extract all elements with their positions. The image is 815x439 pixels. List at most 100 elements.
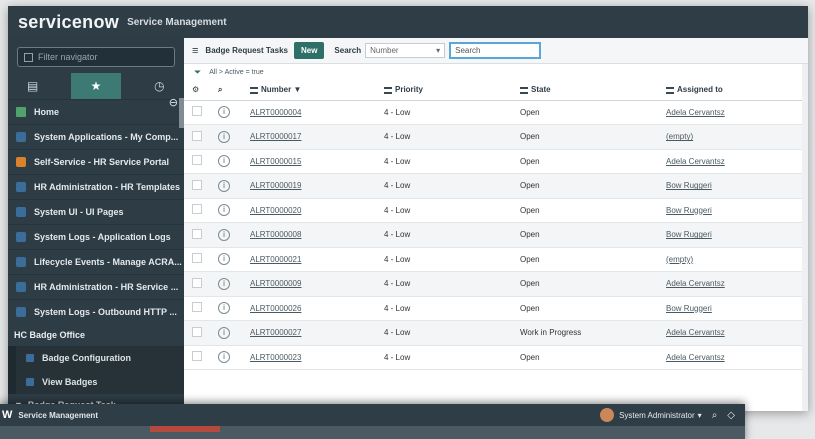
nav-favorite-item[interactable]: HR Administration - HR Templates xyxy=(8,174,184,199)
assigned-to-link[interactable]: Adela Cervantsz xyxy=(666,279,725,288)
front-product-name: Service Management xyxy=(18,410,98,420)
table-row[interactable]: i ALRT0000023 4 - Low Open Adela Cervantsz xyxy=(184,345,808,370)
info-icon[interactable]: i xyxy=(218,302,230,315)
avatar[interactable] xyxy=(600,408,615,422)
nav-favorite-item[interactable]: HR Administration - HR Service ... xyxy=(8,274,184,299)
nav-item-view-badges[interactable]: View Badges xyxy=(8,370,184,394)
record-number-link[interactable]: ALRT0000026 xyxy=(250,304,301,313)
record-number-link[interactable]: ALRT0000020 xyxy=(250,206,301,215)
row-checkbox[interactable] xyxy=(192,179,202,190)
row-checkbox[interactable] xyxy=(192,228,202,239)
assigned-to-link[interactable]: Bow Ruggeri xyxy=(666,181,712,190)
assigned-to-link[interactable]: Adela Cervantsz xyxy=(666,157,725,166)
nav-favorite-item[interactable]: System UI - UI Pages xyxy=(8,199,184,224)
new-button[interactable]: New xyxy=(293,42,325,59)
list-context-menu-icon[interactable]: ≡ xyxy=(192,45,198,57)
info-icon[interactable]: i xyxy=(218,253,230,266)
top-header: servicenow Service Management xyxy=(8,6,808,38)
table-row[interactable]: i ALRT0000009 4 - Low Open Adela Cervantsz xyxy=(184,271,808,297)
nav-favorite-item[interactable]: System Logs - Outbound HTTP ... xyxy=(8,299,184,324)
row-checkbox[interactable] xyxy=(192,326,202,337)
info-icon[interactable]: i xyxy=(218,228,230,241)
row-checkbox[interactable] xyxy=(192,130,202,141)
record-number-link[interactable]: ALRT0000015 xyxy=(250,157,301,166)
tab-favorites[interactable]: ★ xyxy=(71,73,121,99)
column-header-assigned-to[interactable]: Assigned to xyxy=(660,80,808,101)
table-row[interactable]: i ALRT0000008 4 - Low Open Bow Ruggeri xyxy=(184,222,808,248)
list-scrollbar[interactable] xyxy=(802,64,808,411)
assigned-to-link[interactable]: Adela Cervantsz xyxy=(666,108,725,117)
row-preview-cell: i xyxy=(212,173,242,199)
row-checkbox[interactable] xyxy=(192,253,202,264)
info-icon[interactable]: i xyxy=(218,179,230,192)
nav-section-badge-office[interactable]: HC Badge Office xyxy=(8,324,184,346)
global-search-icon[interactable]: ⌕ xyxy=(712,410,718,421)
table-row[interactable]: i ALRT0000017 4 - Low Open (empty) xyxy=(184,124,808,150)
nav-favorite-item[interactable]: System Applications - My Comp... xyxy=(8,124,184,149)
assigned-to-link[interactable]: Adela Cervantsz xyxy=(666,353,725,362)
nav-item-badge-configuration[interactable]: Badge Configuration xyxy=(8,346,184,370)
record-number-link[interactable]: ALRT0000023 xyxy=(250,353,301,362)
info-icon[interactable]: i xyxy=(218,351,230,364)
table-row[interactable]: i ALRT0000015 4 - Low Open Adela Cervantsz xyxy=(184,149,808,174)
info-icon[interactable]: i xyxy=(218,204,230,217)
list-settings-gear-icon[interactable]: ⚙ xyxy=(184,80,212,101)
row-checkbox[interactable] xyxy=(192,302,202,313)
filter-navigator-input[interactable]: Filter navigator xyxy=(17,47,175,67)
table-row[interactable]: i ALRT0000027 4 - Low Work in Progress Adela… xyxy=(184,320,808,346)
record-number-link[interactable]: ALRT0000008 xyxy=(250,230,301,239)
info-icon[interactable]: i xyxy=(218,106,230,119)
row-checkbox[interactable] xyxy=(192,351,202,362)
user-name[interactable]: System Administrator xyxy=(619,411,695,420)
nav-favorite-item[interactable]: Self-Service - HR Service Portal xyxy=(8,149,184,174)
search-input[interactable]: Search xyxy=(449,42,542,59)
collapse-icon[interactable]: ⊖ xyxy=(169,96,178,109)
row-checkbox[interactable] xyxy=(192,106,202,117)
assigned-to-link[interactable]: (empty) xyxy=(666,132,693,141)
breadcrumb-text[interactable]: All > Active = true xyxy=(209,69,263,76)
tab-all-applications[interactable]: ▤ xyxy=(8,73,57,99)
nav-item-home[interactable]: Home xyxy=(8,99,184,124)
table-row[interactable]: i ALRT0000026 4 - Low Open Bow Ruggeri xyxy=(184,296,808,321)
column-header-priority[interactable]: Priority xyxy=(378,80,514,101)
nav-favorite-item[interactable]: Lifecycle Events - Manage ACRA... xyxy=(8,249,184,274)
row-preview-cell: i xyxy=(212,320,242,346)
table-row[interactable]: i ALRT0000019 4 - Low Open Bow Ruggeri xyxy=(184,173,808,199)
info-icon[interactable]: i xyxy=(218,277,230,290)
servicenow-logo[interactable]: servicenow xyxy=(18,12,119,33)
filter-funnel-icon[interactable]: ⏷ xyxy=(194,67,201,78)
column-header-state[interactable]: State xyxy=(514,80,660,101)
row-checkbox[interactable] xyxy=(192,277,202,288)
record-number-link[interactable]: ALRT0000004 xyxy=(250,108,301,117)
table-row[interactable]: i ALRT0000004 4 - Low Open Adela Cervantsz xyxy=(184,100,808,125)
record-number-link[interactable]: ALRT0000017 xyxy=(250,132,301,141)
info-icon[interactable]: i xyxy=(218,155,230,168)
search-field-select[interactable]: Number ▾ xyxy=(365,43,446,58)
info-icon[interactable]: i xyxy=(218,326,230,339)
priority-cell: 4 - Low xyxy=(378,149,514,174)
record-number-link[interactable]: ALRT0000027 xyxy=(250,328,301,337)
user-menu-caret-icon[interactable]: ▾ xyxy=(698,411,702,420)
assigned-to-link[interactable]: Bow Ruggeri xyxy=(666,230,712,239)
assigned-to-link[interactable]: Bow Ruggeri xyxy=(666,206,712,215)
record-number-link[interactable]: ALRT0000019 xyxy=(250,181,301,190)
list-title[interactable]: Badge Request Tasks xyxy=(205,46,288,55)
record-number-link[interactable]: ALRT0000009 xyxy=(250,279,301,288)
row-checkbox[interactable] xyxy=(192,204,202,215)
row-checkbox[interactable] xyxy=(192,155,202,166)
column-search-icon[interactable]: ⌕ xyxy=(212,80,242,101)
front-logo[interactable]: W xyxy=(0,409,12,421)
table-row[interactable]: i ALRT0000021 4 - Low Open (empty) xyxy=(184,247,808,272)
nav-favorite-item[interactable]: System Logs - Application Logs xyxy=(8,224,184,249)
list-pane: ≡ Badge Request Tasks New Search Number … xyxy=(184,38,808,411)
module-icon xyxy=(16,207,26,217)
table-row[interactable]: i ALRT0000020 4 - Low Open Bow Ruggeri xyxy=(184,198,808,223)
column-header-number[interactable]: Number ▼ xyxy=(242,80,378,101)
record-number-link[interactable]: ALRT0000021 xyxy=(250,255,301,264)
table-header-row: ⚙ ⌕ Number ▼ Priority State Assigned to xyxy=(184,80,808,101)
info-icon[interactable]: i xyxy=(218,130,230,143)
chat-icon[interactable]: ◇ xyxy=(727,410,735,421)
assigned-to-link[interactable]: Bow Ruggeri xyxy=(666,304,712,313)
assigned-to-link[interactable]: (empty) xyxy=(666,255,693,264)
assigned-to-link[interactable]: Adela Cervantsz xyxy=(666,328,725,337)
